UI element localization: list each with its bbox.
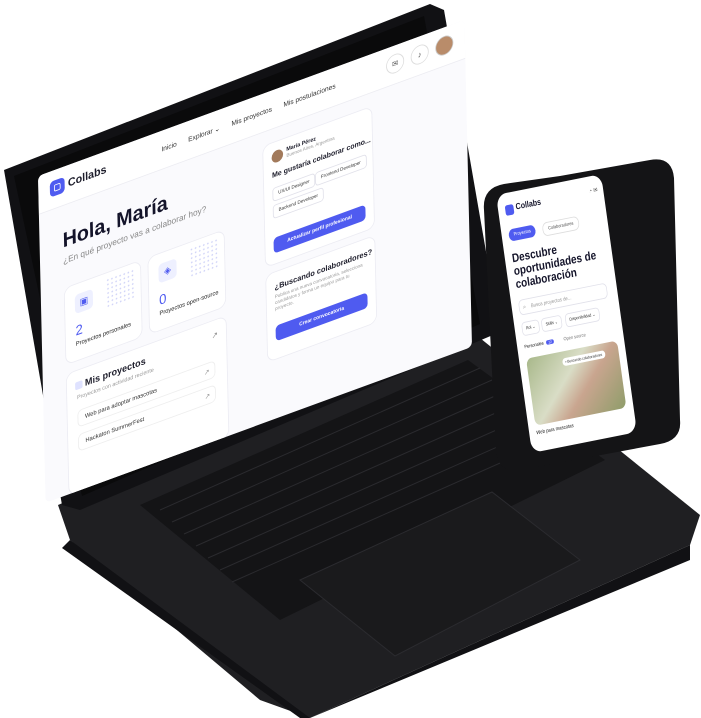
- collabs-logo-icon[interactable]: [504, 203, 515, 216]
- brand-name[interactable]: Collabs: [515, 198, 542, 213]
- open-source-icon: ◈: [158, 258, 177, 284]
- search-placeholder: Busca proyectos de...: [530, 295, 572, 310]
- filter-rol[interactable]: Rol ⌄: [521, 319, 541, 337]
- external-link-icon[interactable]: ↗: [212, 330, 218, 342]
- segment-open-source[interactable]: Open source: [563, 333, 586, 343]
- stat-value: 2: [75, 321, 84, 340]
- stat-label: Proyectos personales: [75, 321, 132, 348]
- top-icons: ✉ ♪: [385, 32, 454, 77]
- project-card-title: Web para mascotas: [536, 423, 575, 437]
- phone-screen: Collabs ◔ ✉ Proyectos Colaboradores Desc…: [496, 174, 637, 453]
- status-badge: • Buscando colaboradores: [562, 350, 606, 367]
- nav-inicio[interactable]: Inicio: [161, 140, 177, 153]
- notification-bell-icon[interactable]: ♪: [410, 41, 429, 68]
- segment-personal[interactable]: Personales 12: [524, 339, 555, 351]
- nav-explorar[interactable]: Explorar ⌄: [188, 124, 220, 143]
- arrow-icon: ↗: [204, 391, 211, 402]
- count-badge: 12: [545, 339, 555, 345]
- brand-name[interactable]: Collabs: [68, 162, 107, 189]
- arrow-icon: ↗: [204, 367, 210, 378]
- stat-label: Proyectos open-source: [159, 289, 219, 318]
- folder-icon: [75, 380, 83, 391]
- stat-value: 0: [159, 291, 167, 309]
- laptop-screen: Collabs Inicio Explorar ⌄ Mis proyectos …: [38, 20, 472, 503]
- tab-colaboradores[interactable]: Colaboradores: [541, 215, 581, 237]
- page-title: Descubre oportunidades de colaboración: [511, 242, 597, 291]
- profile-avatar: [271, 147, 284, 165]
- nav-mis-postulaciones[interactable]: Mis postulaciones: [283, 82, 335, 109]
- nav-mis-proyectos[interactable]: Mis proyectos: [231, 105, 272, 128]
- collabs-logo-icon[interactable]: [49, 176, 65, 198]
- project-card-photo[interactable]: • Buscando colaboradores: [526, 340, 627, 426]
- dot-pattern: [105, 268, 135, 308]
- segment-personal-label: Personales: [524, 341, 545, 351]
- tab-proyectos[interactable]: Proyectos: [508, 224, 537, 242]
- dot-pattern: [189, 237, 218, 278]
- messages-icon[interactable]: ✉: [385, 50, 405, 77]
- search-icon: ⌕: [522, 304, 527, 311]
- personal-projects-icon: ▣: [74, 288, 94, 315]
- phone-header-icons[interactable]: ◔ ✉: [589, 186, 598, 195]
- top-navigation-bar: Collabs Inicio Explorar ⌄ Mis proyectos …: [38, 20, 466, 215]
- user-avatar[interactable]: [435, 32, 454, 59]
- filter-disponibilidad[interactable]: Disponibilidad ⌄: [564, 307, 601, 328]
- filter-skills[interactable]: Skills ⌄: [540, 314, 563, 333]
